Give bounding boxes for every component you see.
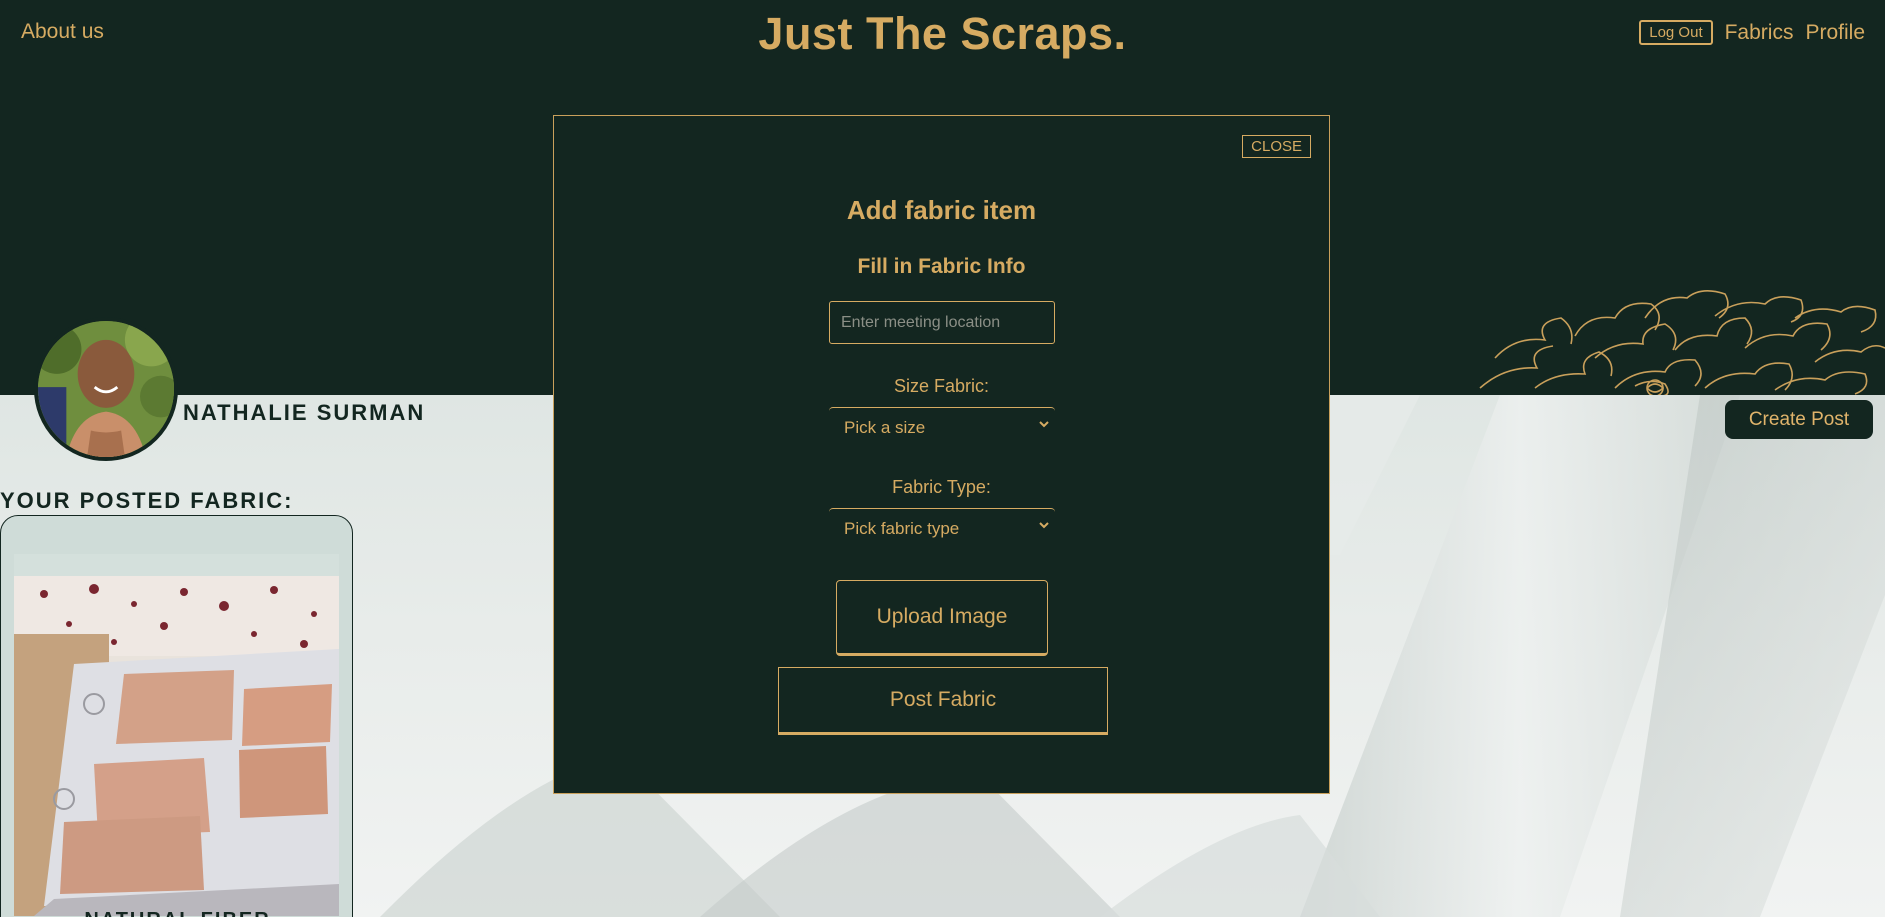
meeting-location-input[interactable] xyxy=(829,301,1055,344)
close-button[interactable]: CLOSE xyxy=(1242,135,1311,158)
create-post-button[interactable]: Create Post xyxy=(1725,400,1873,439)
nav-profile-link[interactable]: Profile xyxy=(1805,21,1865,45)
fabric-type-label: Fabric Type: xyxy=(892,477,991,497)
size-select-value: Pick a size xyxy=(844,418,926,437)
fabric-card-label: NATURAL FIBER xyxy=(1,909,352,917)
avatar-photo xyxy=(38,321,174,457)
upload-image-button[interactable]: Upload Image xyxy=(836,580,1048,656)
profile-page: About us Just The Scraps. Log Out Fabric… xyxy=(0,0,1885,917)
site-title[interactable]: Just The Scraps. xyxy=(0,8,1885,60)
posted-fabric-heading: YOUR POSTED FABRIC: xyxy=(0,488,294,513)
profile-avatar[interactable] xyxy=(34,317,178,461)
nav-fabrics-link[interactable]: Fabrics xyxy=(1725,21,1794,45)
chevron-down-icon xyxy=(1039,522,1049,529)
profile-name: NATHALIE SURMAN xyxy=(183,400,426,425)
fabric-type-select[interactable]: Pick fabric type xyxy=(829,508,1055,544)
modal-title: Add fabric item xyxy=(846,195,1037,225)
size-fabric-label: Size Fabric: xyxy=(893,376,990,396)
logout-button[interactable]: Log Out xyxy=(1639,20,1713,45)
fabric-card-image xyxy=(14,554,339,916)
nav-right: Log Out Fabrics Profile xyxy=(1639,20,1865,45)
succulent-illustration xyxy=(1479,290,1885,396)
add-fabric-modal: CLOSE Add fabric item Fill in Fabric Inf… xyxy=(553,115,1330,794)
fabric-card[interactable]: NATURAL FIBER xyxy=(0,515,353,917)
modal-subtitle: Fill in Fabric Info xyxy=(857,255,1026,278)
post-fabric-button[interactable]: Post Fabric xyxy=(778,667,1108,735)
chevron-down-icon xyxy=(1039,421,1049,428)
size-select[interactable]: Pick a size xyxy=(829,407,1055,443)
fabric-type-select-value: Pick fabric type xyxy=(844,519,960,538)
